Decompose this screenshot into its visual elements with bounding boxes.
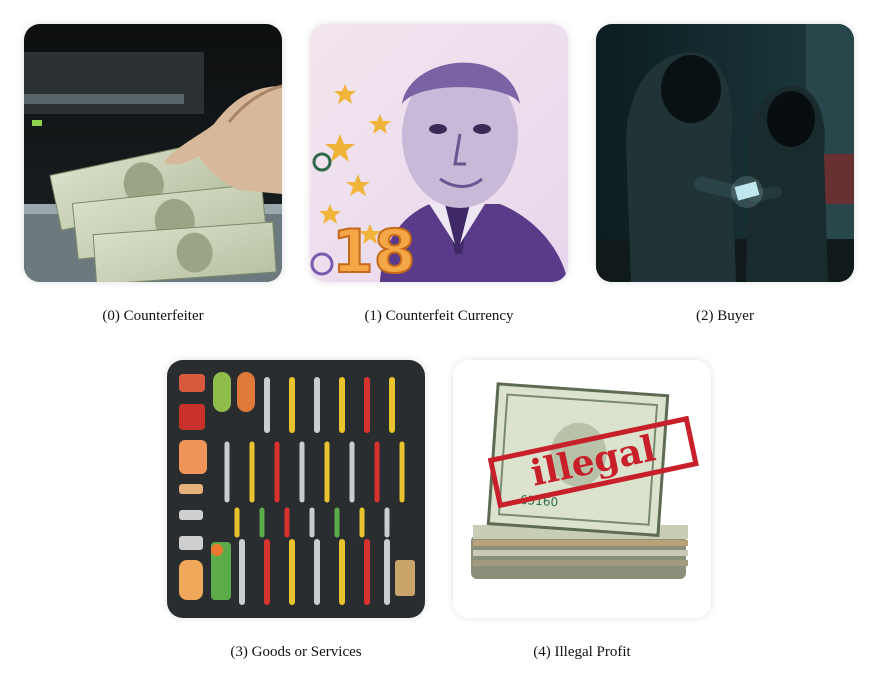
printer-money-illustration [24, 24, 282, 282]
image-goods-or-services [167, 360, 425, 618]
tools-grid-illustration [167, 360, 425, 618]
caption-illegal-profit: (4) Illegal Profit [533, 644, 631, 660]
svg-text:18: 18 [332, 217, 416, 282]
image-buyer [596, 24, 854, 282]
caption-counterfeit-currency: (1) Counterfeit Currency [364, 308, 514, 324]
caption-buyer: (2) Buyer [696, 308, 754, 324]
image-counterfeiter [24, 24, 282, 282]
money-stack-illegal-illustration: 65160 illegal [453, 360, 711, 618]
image-illegal-profit: 65160 illegal [453, 360, 711, 618]
image-counterfeit-currency: 18 [310, 24, 568, 282]
caption-goods-or-services: (3) Goods or Services [230, 644, 362, 660]
banknote-portrait-illustration: 18 [310, 24, 568, 282]
caption-counterfeiter: (0) Counterfeiter [102, 308, 204, 324]
hooded-figures-illustration [596, 24, 854, 282]
